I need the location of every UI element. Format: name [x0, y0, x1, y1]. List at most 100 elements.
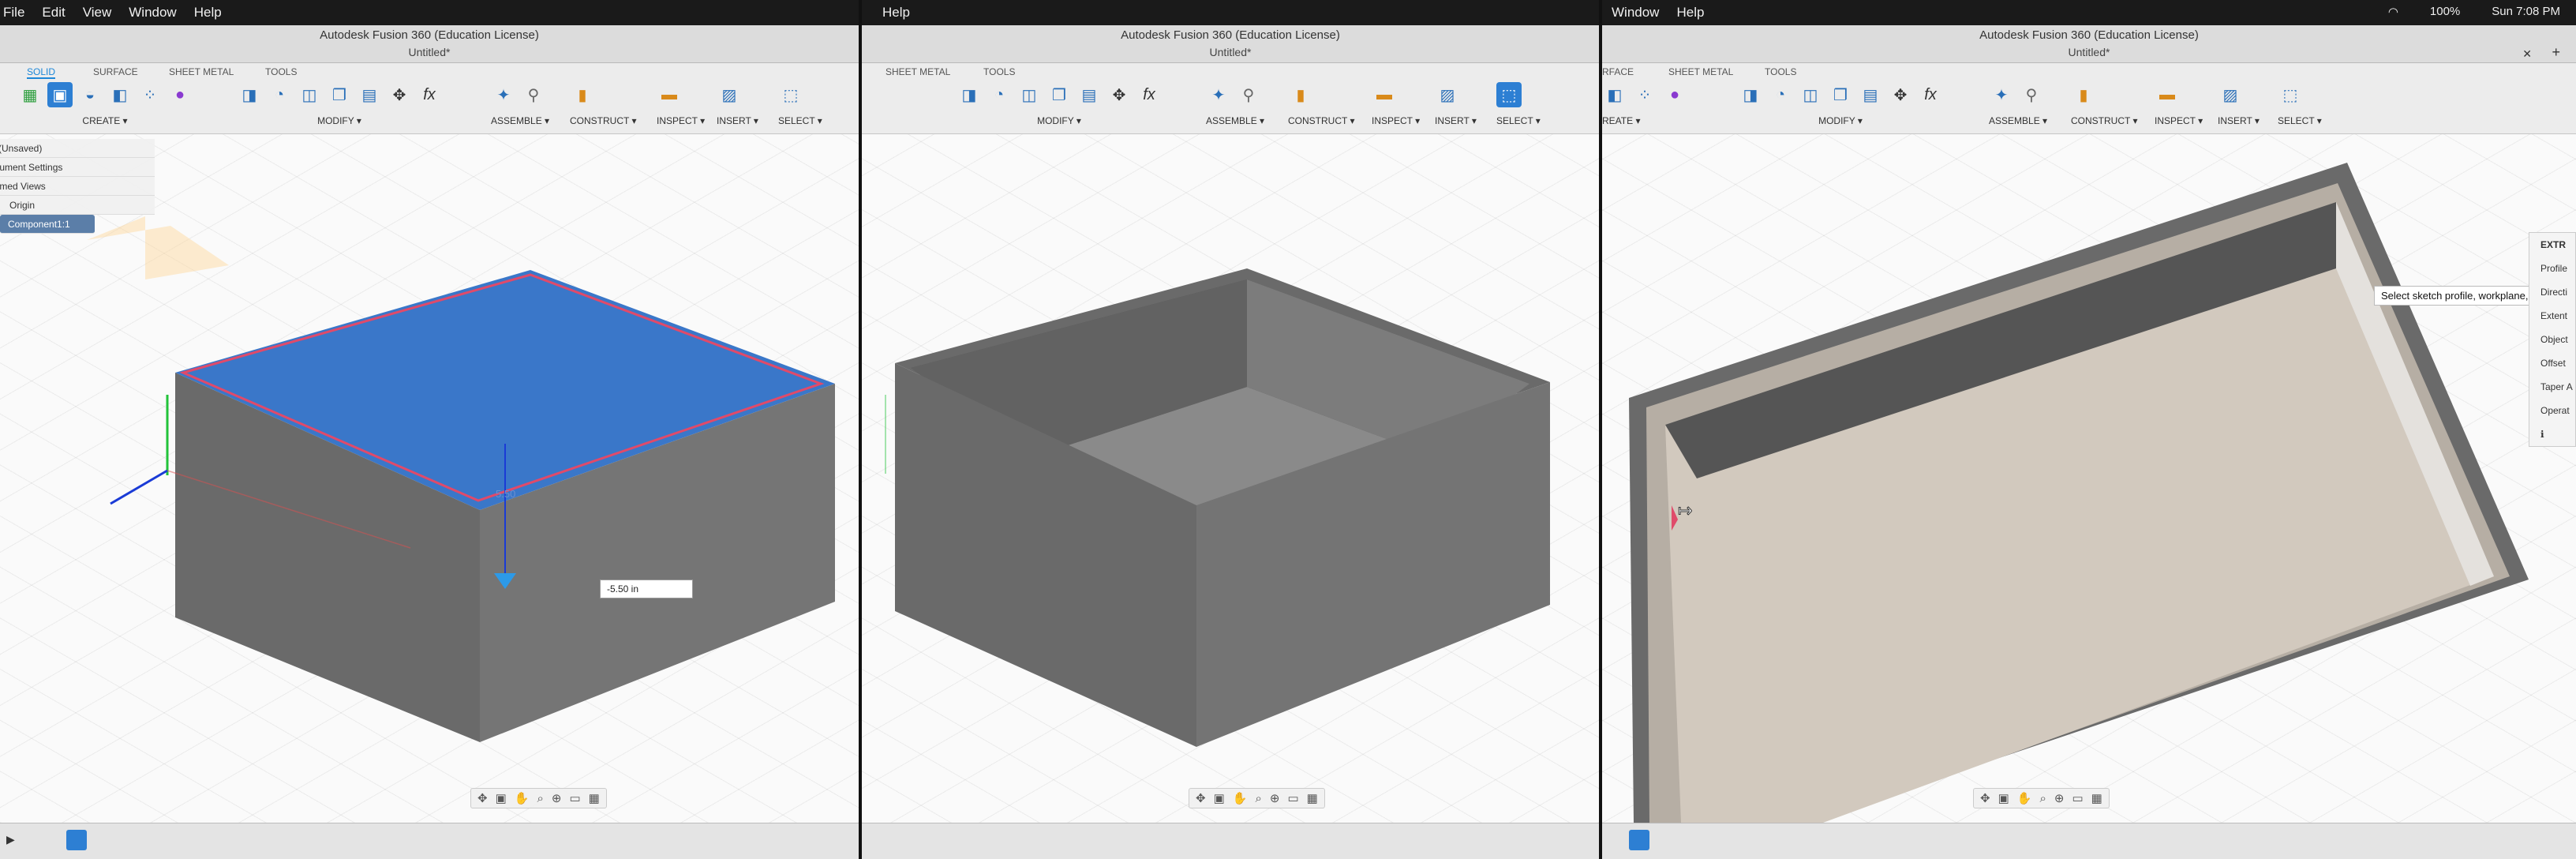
select-menu-middle[interactable]: SELECT ▾ — [1496, 115, 1541, 126]
select-menu[interactable]: SELECT ▾ — [778, 115, 822, 126]
browser-named-views[interactable]: Named Views — [0, 177, 155, 196]
joint-icon[interactable]: ⚲ — [1236, 82, 1261, 107]
tab-solid[interactable]: SOLID — [27, 66, 56, 79]
timeline-feature-icon[interactable] — [1629, 830, 1649, 850]
modify-menu-right[interactable]: MODIFY ▾ — [1738, 115, 1943, 126]
construct-menu-right[interactable]: CONSTRUCT ▾ — [2071, 115, 2137, 126]
move-icon[interactable]: ✥ — [1106, 82, 1132, 107]
split-icon[interactable]: ▤ — [357, 82, 382, 107]
browser-origin[interactable]: Origin — [0, 196, 155, 215]
construct-menu-middle[interactable]: CONSTRUCT ▾ — [1288, 115, 1354, 126]
zoom-icon[interactable]: ⌕ — [537, 792, 543, 805]
insert-image-icon[interactable]: ▨ — [717, 82, 742, 107]
plane-icon[interactable]: ▮ — [1288, 82, 1313, 107]
dimension-input[interactable]: -5.50 in — [600, 580, 693, 598]
inspect-menu-right[interactable]: INSPECT ▾ — [2155, 115, 2203, 126]
insert-menu[interactable]: INSERT ▾ — [717, 115, 758, 126]
display-settings-icon[interactable]: ▭ — [2072, 791, 2083, 805]
orbit-icon[interactable]: ✥ — [477, 791, 488, 805]
create-menu[interactable]: CREATE ▾ — [17, 115, 193, 126]
extent-row[interactable]: Extent — [2529, 304, 2575, 328]
shell-icon[interactable]: ◫ — [297, 82, 322, 107]
zoom-icon[interactable]: ⌕ — [1255, 792, 1261, 805]
inspect-menu-middle[interactable]: INSPECT ▾ — [1372, 115, 1420, 126]
insert-menu-right[interactable]: INSERT ▾ — [2218, 115, 2260, 126]
form-icon[interactable]: ● — [1662, 82, 1687, 107]
browser-document-settings[interactable]: Document Settings — [0, 158, 155, 177]
form-icon[interactable]: ● — [167, 82, 193, 107]
inspect-menu[interactable]: INSPECT ▾ — [657, 115, 705, 126]
menu-window-right[interactable]: Window — [1612, 5, 1659, 21]
objects-row[interactable]: Object — [2529, 328, 2575, 351]
combine-icon[interactable]: ❐ — [1828, 82, 1853, 107]
menu-help-middle[interactable]: Help — [882, 5, 910, 21]
info-icon[interactable]: ℹ — [2529, 422, 2575, 446]
menu-view[interactable]: View — [83, 5, 112, 21]
display-settings-icon[interactable]: ▭ — [569, 791, 580, 805]
canvas-viewport-right[interactable]: ↦ — [1602, 134, 2576, 823]
display-settings-icon[interactable]: ▭ — [1287, 791, 1298, 805]
measure-icon[interactable]: ▬ — [657, 82, 682, 107]
close-tab-icon[interactable]: ✕ — [2522, 47, 2532, 61]
sketch-icon[interactable]: ▦ — [17, 82, 43, 107]
battery-level[interactable]: 100% — [2430, 5, 2460, 19]
pan-icon[interactable]: ✋ — [2017, 791, 2032, 805]
select-icon[interactable]: ⬚ — [2278, 82, 2303, 107]
look-at-icon[interactable]: ▣ — [1214, 791, 1225, 805]
new-component-icon[interactable]: ✦ — [1989, 82, 2014, 107]
direction-row[interactable]: Directi — [2529, 280, 2575, 304]
fillet-icon[interactable]: ◔ — [1768, 82, 1793, 107]
timeline-play-icon[interactable]: ▶ — [6, 833, 15, 846]
browser-root[interactable]: (Unsaved) — [0, 139, 155, 158]
taper-row[interactable]: Taper A — [2529, 375, 2575, 399]
tab-surface[interactable]: SURFACE — [93, 66, 138, 77]
select-icon[interactable]: ⬚ — [778, 82, 803, 107]
construct-menu[interactable]: CONSTRUCT ▾ — [570, 115, 636, 126]
new-component-icon[interactable]: ✦ — [1206, 82, 1231, 107]
menu-help[interactable]: Help — [194, 5, 222, 21]
orbit-icon[interactable]: ✥ — [1980, 791, 1990, 805]
profile-row[interactable]: Profile — [2529, 257, 2575, 280]
orbit-icon[interactable]: ✥ — [1196, 791, 1206, 805]
parameters-icon[interactable]: fx — [417, 82, 442, 107]
split-icon[interactable]: ▤ — [1076, 82, 1102, 107]
measure-icon[interactable]: ▬ — [2155, 82, 2180, 107]
operation-row[interactable]: Operat — [2529, 399, 2575, 422]
tab-sheet-metal-middle[interactable]: SHEET METAL — [886, 66, 950, 77]
measure-icon[interactable]: ▬ — [1372, 82, 1397, 107]
tab-sheet-metal[interactable]: SHEET METAL — [169, 66, 234, 77]
wifi-icon[interactable]: ◠ — [2388, 5, 2398, 19]
document-tab-right[interactable]: Untitled* — [1602, 46, 2576, 58]
insert-image-icon[interactable]: ▨ — [2218, 82, 2243, 107]
look-at-icon[interactable]: ▣ — [1998, 791, 2009, 805]
grid-settings-icon[interactable]: ▦ — [1307, 791, 1318, 805]
pan-icon[interactable]: ✋ — [515, 791, 530, 805]
tab-surface-right[interactable]: RFACE — [1602, 66, 1634, 77]
extrude-icon[interactable]: ▣ — [47, 82, 73, 107]
modify-menu[interactable]: MODIFY ▾ — [237, 115, 442, 126]
new-component-icon[interactable]: ✦ — [491, 82, 516, 107]
zoom-icon[interactable]: ⌕ — [2039, 792, 2046, 805]
modify-menu-middle[interactable]: MODIFY ▾ — [957, 115, 1162, 126]
pattern-icon[interactable]: ⁘ — [137, 82, 163, 107]
joint-icon[interactable]: ⚲ — [2019, 82, 2044, 107]
plane-icon[interactable]: ▮ — [2071, 82, 2096, 107]
menu-edit[interactable]: Edit — [42, 5, 65, 21]
tab-sheet-metal-right[interactable]: SHEET METAL — [1668, 66, 1733, 77]
clock[interactable]: Sun 7:08 PM — [2492, 5, 2560, 19]
fit-icon[interactable]: ⊕ — [552, 791, 562, 805]
press-pull-icon[interactable]: ◨ — [237, 82, 262, 107]
joint-icon[interactable]: ⚲ — [521, 82, 546, 107]
fit-icon[interactable]: ⊕ — [2054, 791, 2065, 805]
browser-component[interactable]: Component1:1 — [0, 215, 95, 234]
new-tab-icon[interactable]: + — [2552, 44, 2560, 61]
parameters-icon[interactable]: fx — [1136, 82, 1162, 107]
tab-tools[interactable]: TOOLS — [265, 66, 297, 77]
pan-icon[interactable]: ✋ — [1233, 791, 1248, 805]
grid-settings-icon[interactable]: ▦ — [2091, 791, 2102, 805]
select-icon[interactable]: ⬚ — [1496, 82, 1522, 107]
menu-file[interactable]: File — [3, 5, 24, 21]
shell-icon[interactable]: ◫ — [1798, 82, 1823, 107]
plane-icon[interactable]: ▮ — [570, 82, 595, 107]
assemble-menu[interactable]: ASSEMBLE ▾ — [491, 115, 549, 126]
